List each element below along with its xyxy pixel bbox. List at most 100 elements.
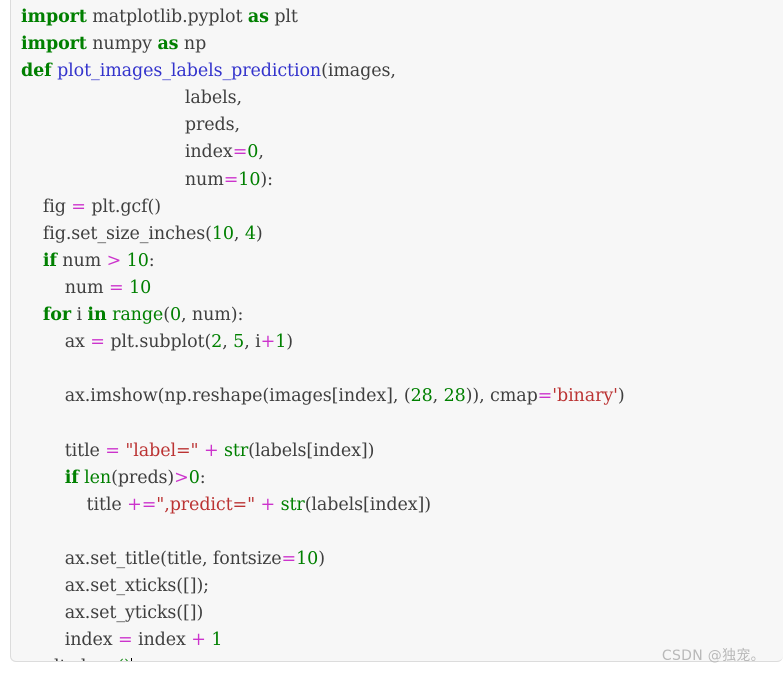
code-token-pl: ) [617, 386, 625, 407]
code-token-num: 0 [247, 142, 259, 163]
code-token-op: = [223, 169, 239, 190]
code-token-bi: str [224, 440, 249, 461]
code-token-kw: def [21, 61, 52, 82]
code-token-pl: title [21, 440, 106, 461]
code-line[interactable]: def plot_images_labels_prediction(images… [11, 58, 783, 85]
code-token-num: 28 [443, 386, 466, 407]
code-line[interactable]: title = "label=" + str(labels[index]) [11, 438, 783, 465]
code-token-pl: labels, [21, 88, 242, 109]
code-token-pl: ) [286, 332, 293, 353]
code-token-op: = [537, 386, 553, 407]
code-token-num: 10 [211, 223, 234, 244]
code-token-num: 10 [129, 277, 152, 298]
code-line[interactable]: for i in range(0, num): [11, 302, 783, 329]
code-line[interactable]: num = 10 [11, 275, 783, 302]
code-token-op: + [260, 494, 276, 515]
code-token-pl: title [21, 494, 128, 515]
code-token-num: 10 [126, 250, 149, 271]
code-line[interactable]: ax = plt.subplot(2, 5, i+1) [11, 329, 783, 356]
code-block-container[interactable]: import matplotlib.pyplot as plt import nu… [10, 0, 783, 662]
code-line[interactable] [11, 519, 783, 546]
code-token-fn: plot_images_labels_prediction [57, 61, 322, 82]
code-token-bi: len [84, 467, 112, 488]
code-token-kw: if [64, 467, 79, 488]
code-token-kw: if [42, 250, 57, 271]
code-lines[interactable]: import matplotlib.pyplot as plt import nu… [11, 0, 783, 661]
code-line[interactable] [11, 410, 783, 437]
code-token-pl: : [148, 250, 155, 271]
code-token-pl: , [222, 332, 234, 353]
code-line[interactable]: title +=",predict=" + str(labels[index]) [11, 492, 783, 519]
code-token-op: > [106, 250, 122, 271]
code-token-kw: for [42, 305, 71, 326]
code-token-bi: range [112, 305, 164, 326]
code-line[interactable]: import numpy as np [11, 31, 783, 58]
code-line[interactable]: import matplotlib.pyplot as plt [11, 4, 783, 31]
code-token-str: ",predict=" [156, 494, 256, 515]
code-line[interactable] [11, 356, 783, 383]
code-line[interactable]: if len(preds)>0: [11, 465, 783, 492]
code-line[interactable]: ax.set_title(title, fontsize=10) [11, 546, 783, 573]
code-line[interactable]: labels, [11, 85, 783, 112]
code-token-num: 5 [233, 332, 245, 353]
code-token-pl: preds, [21, 115, 240, 136]
code-line[interactable]: preds, [11, 112, 783, 139]
code-token-kw: as [247, 7, 269, 27]
code-token-pl: plt.subplot( [104, 332, 212, 353]
code-token-num: 10 [238, 169, 261, 190]
code-line[interactable]: ax.set_yticks([]) [11, 600, 783, 627]
code-token-num: 1 [275, 332, 287, 353]
code-line[interactable]: fig.set_size_inches(10, 4) [11, 221, 783, 248]
code-token-op: += [127, 494, 157, 515]
code-token-pl: )), cmap [465, 386, 538, 407]
code-token-pl: index [132, 630, 192, 651]
code-token-op: + [260, 332, 276, 353]
code-token-pl: num [21, 169, 224, 190]
code-token-num: 4 [244, 223, 256, 244]
code-token-num: 28 [410, 386, 433, 407]
code-token-str: "label=" [125, 440, 199, 461]
code-token-pl: ): [260, 169, 273, 190]
code-token-num: 0 [169, 305, 181, 326]
code-token-num: 10 [296, 548, 319, 569]
code-token-op: = [281, 548, 297, 569]
code-token-pl: (labels[index]) [248, 440, 375, 461]
code-token-pl: index [21, 630, 118, 651]
code-token-op: = [90, 332, 105, 353]
code-token-pl: ax [21, 332, 91, 353]
code-token-pl: fig [21, 196, 72, 217]
text-cursor [130, 658, 133, 661]
code-token-pl: plt.gcf() [85, 196, 161, 217]
code-token-op: = [109, 277, 124, 298]
code-token-kw: in [87, 305, 107, 326]
code-line[interactable]: if num > 10: [11, 248, 783, 275]
code-token-bi: str [280, 494, 305, 515]
code-token-op: = [71, 196, 86, 217]
code-line[interactable]: ax.imshow(np.reshape(images[index], (28,… [11, 383, 783, 410]
code-token-num: 0 [188, 467, 200, 488]
code-line[interactable]: ax.set_xticks([]); [11, 573, 783, 600]
code-token-pl: ax.set_yticks([]) [21, 603, 204, 624]
code-token-pl: index [21, 142, 233, 163]
code-line[interactable]: index=0, [11, 139, 783, 166]
code-token-pl: (images, [321, 61, 396, 82]
code-token-pl: plt.show [21, 657, 117, 661]
code-token-pl: , [258, 142, 264, 163]
code-token-op: > [174, 467, 189, 488]
code-line[interactable]: fig = plt.gcf() [11, 194, 783, 221]
code-token-pl: np [178, 34, 207, 55]
code-token-pl: ) [255, 223, 263, 244]
code-line[interactable]: num=10): [11, 167, 783, 194]
code-token-pl: num [21, 277, 110, 298]
code-token-kw: as [157, 34, 179, 55]
code-token-pl: matplotlib.pyplot [86, 7, 248, 27]
code-token-pl: ax.set_title(title, fontsize [21, 548, 282, 569]
code-token-num: 2 [211, 332, 223, 353]
code-token-pl: ) [318, 548, 325, 569]
code-token-kw: import [21, 7, 87, 27]
code-token-op: + [203, 440, 219, 461]
code-token-pl: (labels[index]) [304, 494, 431, 515]
